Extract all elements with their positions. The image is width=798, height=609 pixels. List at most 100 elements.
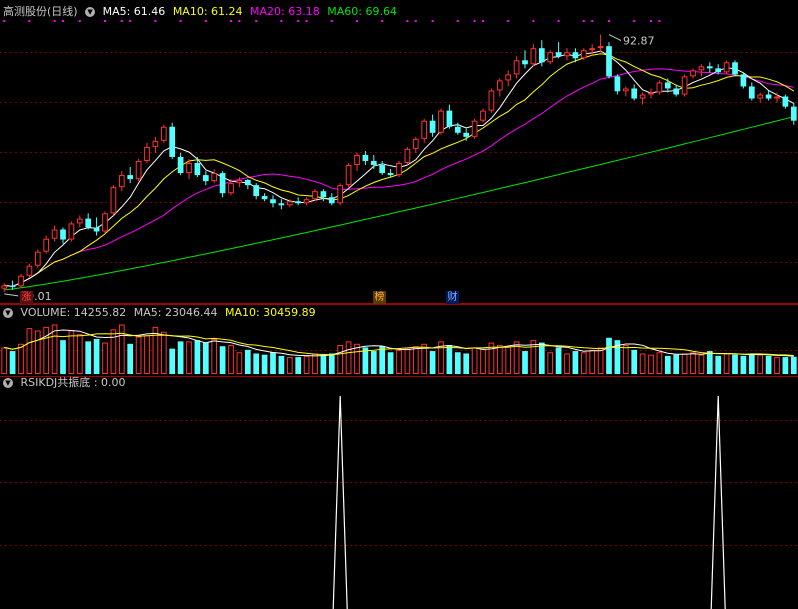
volume-bar-up [496,345,503,375]
candle-up [76,218,83,224]
candle-up [354,154,360,166]
chevron-down-icon[interactable]: ▼ [3,308,13,318]
indicator-value: : 0.00 [93,376,126,389]
candle-up [774,96,780,99]
candle-up [68,223,75,240]
high-label: 92.87 [623,35,655,48]
volume-bar-down [522,351,528,374]
volume-bar-down [782,357,789,374]
candle-down [631,88,638,99]
candle-up [547,52,554,63]
candle-up [698,66,705,71]
signal-dot [78,20,81,22]
signal-dot [53,20,56,22]
volume-bar-up [186,341,192,374]
candle-down [270,199,276,204]
volume-bar-down [278,355,285,374]
ma60-line [4,116,794,291]
signal-dot [204,20,207,22]
volume-bar-down [790,356,797,374]
candle-down [177,156,184,174]
volume-bar-up [589,349,596,374]
event-marker-ranking[interactable]: 榜 [373,291,386,304]
candle-up [580,50,587,59]
volume-bar-down [387,352,394,374]
candle-up [135,160,142,180]
candle-down [362,154,369,161]
candle-up [152,140,159,147]
signal-dot [230,20,232,22]
signal-dot [406,20,409,22]
volume-ma5: MA5: 23046.44 [133,306,218,319]
volume-bar-up [337,345,344,375]
candle-up [622,88,629,92]
signal-dot [154,20,157,22]
volume-bar-down [261,354,268,374]
volume-bar-up [698,354,705,375]
candle-down [614,76,621,92]
volume-bar-down [463,353,470,374]
candle-up [312,191,318,200]
volume-bar-down [631,349,638,374]
candle-up [118,175,125,188]
event-marker-finance[interactable]: 财 [446,291,459,304]
volume-bar-up [480,348,486,375]
candle-down [446,110,453,127]
volume-bar-up [286,357,293,374]
signal-dot [238,20,241,22]
volume-bar-down [177,341,184,374]
volume-bar-up [564,353,570,374]
volume-bar-up [530,340,537,374]
volume-bar-down [194,340,201,374]
candle-up [1,285,8,289]
candle-up [144,146,150,161]
indicator-title: RSIKDJ共振底 [20,376,91,389]
candle-down [673,88,680,95]
candle-down [320,191,327,198]
candle-down [93,227,100,232]
candle-up [228,183,234,194]
candle-up [589,48,596,51]
candle-up [513,60,520,75]
signal-dot [3,20,6,22]
volume-bar-up [471,347,478,374]
volume-bar-up [18,343,24,374]
candle-down [454,126,461,133]
volume-bar-up [68,330,75,375]
volume-bar-up [681,353,688,374]
signal-dot [532,20,535,22]
candle-up [337,185,344,204]
volume-bar-up [236,352,243,375]
volume-bar-down [446,345,453,374]
signal-dot [658,20,661,22]
volume-bar-down [664,355,671,374]
candle-up [18,275,24,287]
indicator-signal-spike [710,395,726,609]
stock-chart[interactable]: 92.8729.01 [0,0,798,609]
candle-up [681,76,688,95]
candle-up [51,229,58,239]
volume-bar-down [732,354,738,374]
candle-up [160,126,167,141]
volume-bar-down [169,348,176,374]
volume-bar-up [354,343,360,374]
signal-dot [582,20,585,22]
indicator-signal-spike [332,395,348,609]
volume-bar-up [597,347,604,374]
candle-up [110,187,117,214]
volume-bar-down [270,352,276,374]
candle-down [522,60,528,65]
chevron-down-icon[interactable]: ▼ [85,7,96,17]
candle-up [345,165,352,186]
candle-down [261,196,268,200]
volume-bar-down [765,355,772,374]
volume-bar-up [303,355,310,374]
candle-down [202,175,209,182]
candle-down [790,106,797,121]
volume-bar-up [396,349,402,374]
event-marker-limit-up[interactable]: 涨 [20,291,33,304]
volume-bar-up [118,324,125,375]
volume-bar-up [505,346,512,375]
candle-down [765,94,772,99]
chevron-down-icon[interactable]: ▼ [3,378,13,388]
